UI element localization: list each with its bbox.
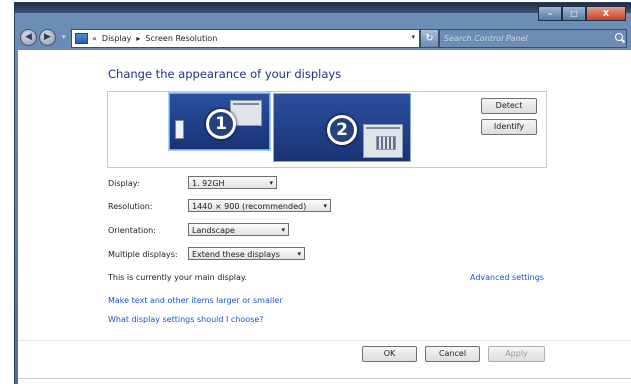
close-button[interactable]: X (586, 6, 626, 21)
display-help-link[interactable]: What display settings should I choose? (108, 315, 264, 324)
orientation-label: Orientation: (108, 226, 156, 235)
chevron-down-icon: ▾ (323, 202, 327, 210)
multiple-displays-label: Multiple displays: (108, 250, 178, 259)
breadcrumb-screen-resolution[interactable]: Screen Resolution (145, 34, 217, 43)
orientation-select-value: Landscape (192, 226, 235, 235)
resolution-select-value: 1440 × 900 (recommended) (192, 202, 307, 211)
breadcrumb-separator-icon[interactable]: ▸ (136, 34, 140, 43)
display-select-value: 1. 92GH (192, 179, 225, 188)
search-icon[interactable] (615, 33, 623, 41)
orientation-select[interactable]: Landscape ▾ (188, 223, 289, 236)
text-size-link[interactable]: Make text and other items larger or smal… (108, 296, 283, 305)
advanced-settings-link[interactable]: Advanced settings (470, 273, 544, 282)
display-arrangement-panel: 1 2 Detect Identify (107, 91, 547, 168)
breadcrumb-display[interactable]: Display (102, 34, 132, 43)
divider (18, 340, 631, 341)
address-bar[interactable]: « Display ▸ Screen Resolution ▾ (71, 29, 420, 48)
monitor-2-number: 2 (327, 115, 357, 145)
keypad-icon (376, 136, 396, 150)
chevron-down-icon: ▾ (297, 250, 301, 258)
bottom-divider (18, 378, 631, 379)
maximize-button[interactable]: □ (562, 6, 586, 21)
monitor-2[interactable]: 2 (273, 93, 411, 162)
window-frame: – □ X ◀ ▶ ▾ « Display ▸ Screen Resolutio… (14, 2, 631, 384)
resolution-select[interactable]: 1440 × 900 (recommended) ▾ (188, 199, 331, 212)
monitor-1[interactable]: 1 (169, 93, 270, 150)
forward-button[interactable]: ▶ (39, 29, 56, 46)
display-label: Display: (108, 179, 140, 188)
multiple-displays-select-value: Extend these displays (192, 250, 280, 259)
main-display-status: This is currently your main display. (108, 273, 248, 282)
control-panel-icon (75, 33, 88, 44)
main-content: Change the appearance of your displays 1… (18, 50, 631, 384)
search-input[interactable]: Search Control Panel (444, 34, 528, 43)
search-box[interactable]: Search Control Panel (439, 29, 627, 48)
apply-button[interactable]: Apply (488, 346, 545, 362)
identify-button[interactable]: Identify (481, 119, 537, 135)
chevron-down-icon: ▾ (281, 226, 285, 234)
computer-tower-icon (175, 120, 184, 139)
recent-pages-dropdown-icon[interactable]: ▾ (62, 33, 66, 41)
refresh-button[interactable]: ↻ (420, 29, 439, 48)
ok-button[interactable]: OK (362, 346, 417, 362)
minimize-button[interactable]: – (538, 6, 562, 21)
chevron-down-icon: ▾ (269, 179, 273, 187)
resolution-label: Resolution: (108, 202, 153, 211)
breadcrumb-overflow[interactable]: « (92, 34, 97, 43)
detect-button[interactable]: Detect (481, 98, 537, 114)
back-button[interactable]: ◀ (20, 29, 37, 46)
breadcrumb: « Display ▸ Screen Resolution (92, 34, 217, 43)
window-controls: – □ X (538, 6, 626, 21)
back-arrow-icon: ◀ (25, 32, 32, 42)
monitor-1-number: 1 (206, 109, 236, 139)
page-title: Change the appearance of your displays (108, 67, 342, 81)
refresh-icon: ↻ (425, 33, 434, 44)
multiple-displays-select[interactable]: Extend these displays ▾ (188, 247, 305, 260)
forward-arrow-icon: ▶ (44, 32, 51, 42)
navigation-bar: ◀ ▶ ▾ « Display ▸ Screen Resolution ▾ ↻ … (15, 27, 631, 49)
cancel-button[interactable]: Cancel (425, 346, 480, 362)
display-select[interactable]: 1. 92GH ▾ (188, 176, 277, 189)
address-dropdown-icon[interactable]: ▾ (411, 33, 415, 41)
